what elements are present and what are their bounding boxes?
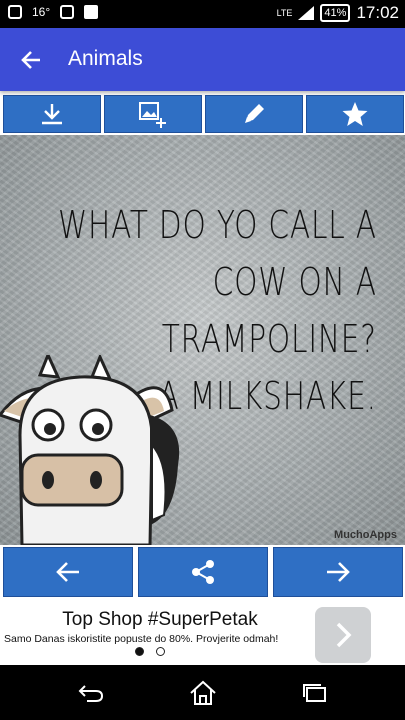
share-icon (192, 560, 214, 584)
action-toolbar (0, 93, 405, 133)
meme-line: COW ON A (212, 260, 377, 304)
image-icon (60, 5, 75, 19)
add-image-icon (139, 102, 166, 128)
meme-line: WHAT DO YO CALL A (58, 203, 377, 247)
app-bar: Animals (0, 28, 405, 91)
ad-pager (135, 647, 165, 656)
edit-button[interactable] (205, 95, 303, 133)
briefcase-icon (84, 5, 99, 19)
watermark: MuchoApps (334, 529, 397, 541)
chevron-right-icon (336, 622, 352, 648)
lte-label: LTE (276, 8, 293, 18)
battery-indicator: 41% (320, 4, 351, 22)
arrow-right-icon (327, 562, 350, 582)
clock: 17:02 (356, 3, 399, 22)
previous-button[interactable] (3, 547, 133, 597)
arrow-left-icon (21, 51, 40, 69)
arrow-left-icon (56, 562, 79, 582)
system-recents-button[interactable] (300, 679, 330, 707)
back-arrow-icon (78, 685, 104, 702)
ad-banner[interactable]: Top Shop #SuperPetak Samo Danas iskorist… (0, 605, 405, 665)
share-button[interactable] (138, 547, 268, 597)
download-icon (42, 104, 62, 125)
ad-body: Samo Danas iskoristite popuste do 80%. P… (4, 633, 279, 645)
cow-illustration (0, 355, 180, 545)
next-button[interactable] (273, 547, 403, 597)
pager-dot[interactable] (135, 647, 144, 656)
recents-icon (303, 684, 326, 702)
temperature-text: 16° (32, 5, 51, 19)
status-bar: 16° LTE 41% 17:02 (0, 0, 405, 28)
ad-headline: Top Shop #SuperPetak (62, 609, 258, 630)
system-nav-bar (0, 665, 405, 720)
notification-icon (8, 5, 22, 19)
back-button[interactable] (14, 43, 48, 77)
signal-icon (298, 6, 315, 20)
pager-dot[interactable] (156, 647, 165, 656)
download-button[interactable] (3, 95, 101, 133)
home-icon (190, 680, 216, 705)
system-home-button[interactable] (188, 679, 218, 707)
star-icon (342, 102, 368, 126)
ad-open-button[interactable] (315, 607, 371, 663)
meme-image: WHAT DO YO CALL A COW ON A TRAMPOLINE? A… (0, 135, 405, 545)
pencil-icon (245, 104, 264, 123)
add-image-button[interactable] (104, 95, 202, 133)
image-navigation (0, 547, 405, 597)
favorite-button[interactable] (306, 95, 404, 133)
page-title: Animals (68, 47, 143, 70)
system-back-button[interactable] (76, 679, 106, 707)
